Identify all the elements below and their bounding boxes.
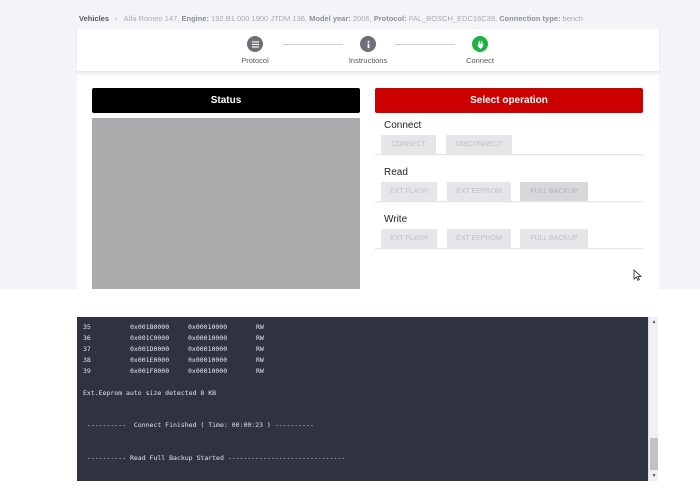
connection-value: bench — [562, 14, 583, 23]
read-ext-flash-button[interactable]: EXT FLASH — [381, 182, 437, 201]
breadcrumb-vehicles-link[interactable]: Vehicles — [79, 14, 109, 23]
log-console[interactable]: 340x001A00000x00010000RW 350x001B00000x0… — [77, 317, 648, 481]
step-instructions[interactable]: Instructions — [333, 36, 403, 65]
chevron-right-icon: › — [115, 14, 118, 23]
status-display — [92, 118, 360, 289]
disconnect-button[interactable]: DISCONNECT — [446, 135, 512, 154]
info-icon — [360, 36, 376, 52]
step-connect[interactable]: Connect — [445, 36, 515, 65]
year-label: Model year: — [309, 14, 351, 23]
console-scrollbar[interactable]: ▲ ▼ — [648, 317, 658, 481]
step-label: Connect — [466, 56, 494, 65]
breadcrumb: Vehicles › Alfa Romeo 147, Engine: 192.B1.… — [79, 14, 583, 23]
log-connect-message: ---------- Connect Finished ( Time: 00:0… — [83, 421, 314, 429]
write-ext-eeprom-button[interactable]: EXT EEPROM — [447, 229, 511, 248]
write-full-backup-button[interactable]: FULL BACKUP — [520, 229, 588, 248]
scroll-up-icon[interactable]: ▲ — [651, 319, 657, 325]
step-label: Protocol — [241, 56, 269, 65]
read-group: Read EXT FLASH EXT EEPROM FULL BACKUP — [375, 164, 643, 202]
year-value: 2006 — [352, 14, 370, 23]
group-title: Connect — [384, 120, 422, 131]
connect-button[interactable]: CONNECT — [381, 135, 436, 154]
scroll-down-icon[interactable]: ▼ — [651, 473, 657, 479]
protocol-value: FAL_BOSCH_EDC16C39 — [408, 14, 496, 23]
group-title: Write — [384, 214, 408, 225]
write-ext-flash-button[interactable]: EXT FLASH — [381, 229, 437, 248]
read-full-backup-button[interactable]: FULL BACKUP — [520, 182, 588, 201]
status-header: Status — [92, 88, 360, 113]
main-panel: Status Select operation Connect CONNECT … — [77, 75, 659, 289]
breadcrumb-vehicle: Alfa Romeo 147 — [123, 14, 178, 23]
connection-label: Connection type: — [499, 14, 561, 23]
top-panel: Vehicles › Alfa Romeo 147, Engine: 192.B1.… — [0, 0, 700, 289]
read-ext-eeprom-button[interactable]: EXT EEPROM — [447, 182, 511, 201]
select-operation-header: Select operation — [375, 88, 643, 113]
step-label: Instructions — [348, 56, 388, 65]
scrollbar-thumb[interactable] — [650, 438, 658, 470]
connect-group: Connect CONNECT DISCONNECT — [375, 117, 643, 155]
log-read-message: ---------- Read Full Backup Started ----… — [83, 454, 346, 462]
write-group: Write EXT FLASH EXT EEPROM FULL BACKUP — [375, 211, 643, 249]
step-protocol[interactable]: Protocol — [220, 36, 290, 65]
mouse-cursor-icon — [633, 269, 642, 281]
plug-icon — [472, 36, 488, 52]
engine-value: 192.B1.000 1900 JTDM 136 — [211, 14, 305, 23]
engine-label: Engine: — [181, 14, 210, 23]
protocol-label: Protocol: — [373, 14, 407, 23]
log-eeprom-message: Ext.Eeprom auto size detected 8 KB — [83, 389, 217, 397]
list-icon — [247, 36, 263, 52]
group-title: Read — [384, 167, 408, 178]
stepper: Protocol Instructions Connect — [77, 29, 659, 71]
